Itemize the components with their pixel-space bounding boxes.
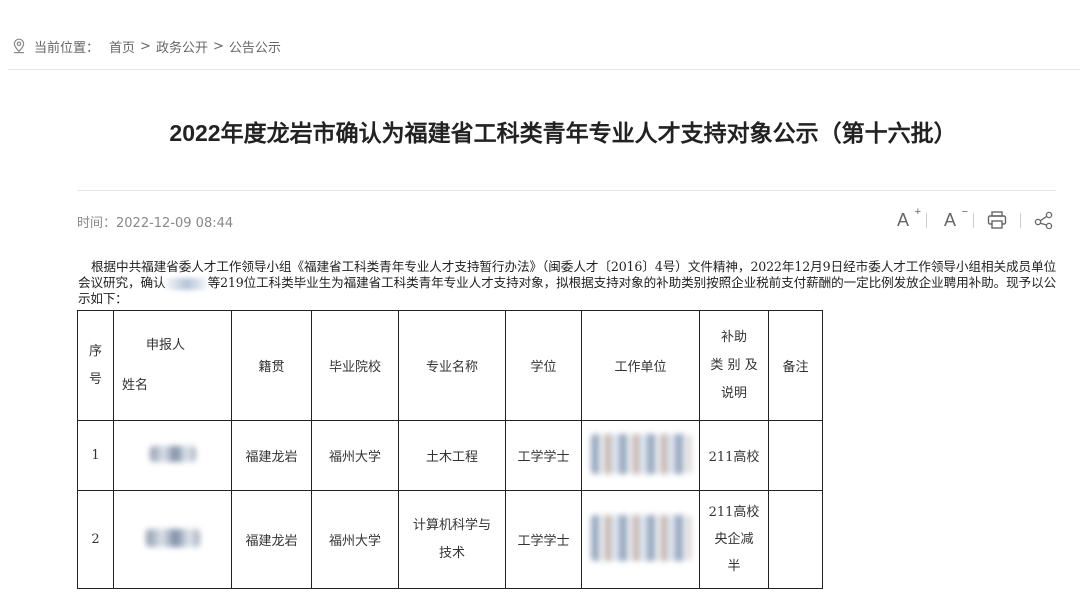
page-title: 2022年度龙岩市确认为福建省工科类青年专业人才支持对象公示（第十六批）	[169, 120, 957, 146]
header-subsidy-line1: 补助	[720, 329, 747, 345]
toolbar-divider	[973, 212, 974, 228]
header-major: 专业名称	[398, 310, 506, 421]
cell-seq: 1	[77, 420, 114, 491]
breadcrumb-home-link[interactable]: 首页	[109, 37, 135, 56]
font-decrease-letter: A	[943, 209, 956, 230]
talent-roster-table: 序 号 申报人 姓名 籍贯 毕业院校 专业名称 学位 工作单位 补助 类 别 及…	[77, 310, 823, 589]
cell-subsidy: 211高校	[699, 420, 769, 491]
font-increase-letter: A	[896, 209, 909, 230]
header-seq-line1: 序	[88, 343, 102, 359]
title-divider	[77, 190, 1056, 191]
printer-icon	[987, 211, 1007, 229]
cell-employer-redacted	[581, 490, 700, 589]
cell-applicant-redacted	[113, 490, 232, 589]
cell-native: 福建龙岩	[231, 490, 312, 589]
cell-subsidy-line1: 211高校	[708, 450, 760, 465]
toolbar-divider	[1020, 212, 1021, 228]
plus-icon: +	[914, 206, 921, 218]
cell-degree: 工学学士	[505, 490, 582, 589]
redacted-employer	[590, 514, 691, 561]
redacted-name	[145, 528, 200, 547]
intro-text-part2: 等219位工科类毕业生为福建省工科类青年专业人才支持对象，拟根据支持对象的补助类…	[78, 275, 1056, 306]
toolbar-divider	[926, 212, 927, 228]
breadcrumb-separator: >	[140, 38, 151, 54]
article-toolbar: A + A −	[891, 206, 1056, 232]
redacted-name	[165, 277, 208, 290]
cell-remark	[768, 490, 823, 589]
header-applicant: 申报人 姓名	[113, 310, 232, 421]
share-icon	[1034, 211, 1053, 229]
header-employer: 工作单位	[581, 310, 700, 421]
cell-subsidy-line3: 半	[727, 559, 741, 574]
publish-time: 时间：2022-12-09 08:44	[77, 216, 234, 231]
breadcrumb-divider	[8, 69, 1080, 70]
cell-degree: 工学学士	[505, 420, 582, 491]
header-remark: 备注	[768, 310, 823, 421]
cell-major: 土木工程	[398, 420, 506, 491]
cell-subsidy-line2: 央企减	[714, 532, 754, 547]
article-intro: 根据中共福建省委人才工作领导小组《福建省工科类青年专业人才支持暂行办法》（闽委人…	[78, 259, 1056, 307]
redacted-employer	[590, 433, 691, 474]
breadcrumb-prefix: 当前位置：	[34, 40, 100, 56]
font-decrease-button[interactable]: A −	[938, 206, 968, 232]
breadcrumb: 当前位置： 首页 > 政务公开 > 公告公示	[12, 36, 281, 56]
cell-school: 福州大学	[311, 420, 399, 491]
cell-remark	[768, 420, 823, 491]
cell-native: 福建龙岩	[231, 420, 312, 491]
print-button[interactable]	[985, 208, 1009, 232]
cell-applicant-redacted	[113, 420, 232, 491]
header-seq: 序 号	[77, 310, 114, 421]
cell-school: 福州大学	[311, 490, 399, 589]
cell-major: 计算机科学与 技术	[398, 490, 506, 589]
cell-seq: 2	[77, 490, 114, 589]
font-increase-button[interactable]: A +	[891, 206, 921, 232]
cell-major-line1: 计算机科学与	[412, 517, 491, 533]
header-subsidy-line2: 类 别 及	[710, 357, 758, 373]
cell-subsidy-line1: 211高校	[708, 505, 760, 520]
header-degree: 学位	[505, 310, 582, 421]
header-subsidy-line3: 说明	[720, 385, 747, 401]
header-seq-line2: 号	[88, 371, 102, 387]
breadcrumb-separator: >	[212, 38, 224, 54]
cell-major-line1: 土木工程	[425, 450, 478, 465]
cell-major-line2: 技术	[438, 545, 465, 561]
minus-icon: −	[961, 206, 968, 218]
table-row: 1 福建龙岩 福州大学 土木工程 工学学士 211高校	[77, 420, 823, 491]
header-applicant-line2: 姓名	[122, 377, 149, 393]
header-subsidy: 补助 类 别 及 说明	[699, 310, 769, 421]
header-native: 籍贯	[231, 310, 312, 421]
cell-subsidy: 211高校 央企减 半	[699, 490, 769, 589]
redacted-name	[149, 445, 196, 462]
share-button[interactable]	[1032, 208, 1056, 232]
table-row: 2 福建龙岩 福州大学 计算机科学与 技术 工学学士 211高校 央企减 半	[77, 490, 823, 589]
header-applicant-line1: 申报人	[146, 337, 186, 353]
table-header-row: 序 号 申报人 姓名 籍贯 毕业院校 专业名称 学位 工作单位 补助 类 别 及…	[77, 310, 823, 421]
breadcrumb-notice-link[interactable]: 公告公示	[229, 37, 281, 56]
location-pin-icon	[13, 38, 25, 54]
cell-employer-redacted	[581, 420, 700, 491]
header-school: 毕业院校	[311, 310, 399, 421]
breadcrumb-government-link[interactable]: 政务公开	[156, 37, 208, 56]
